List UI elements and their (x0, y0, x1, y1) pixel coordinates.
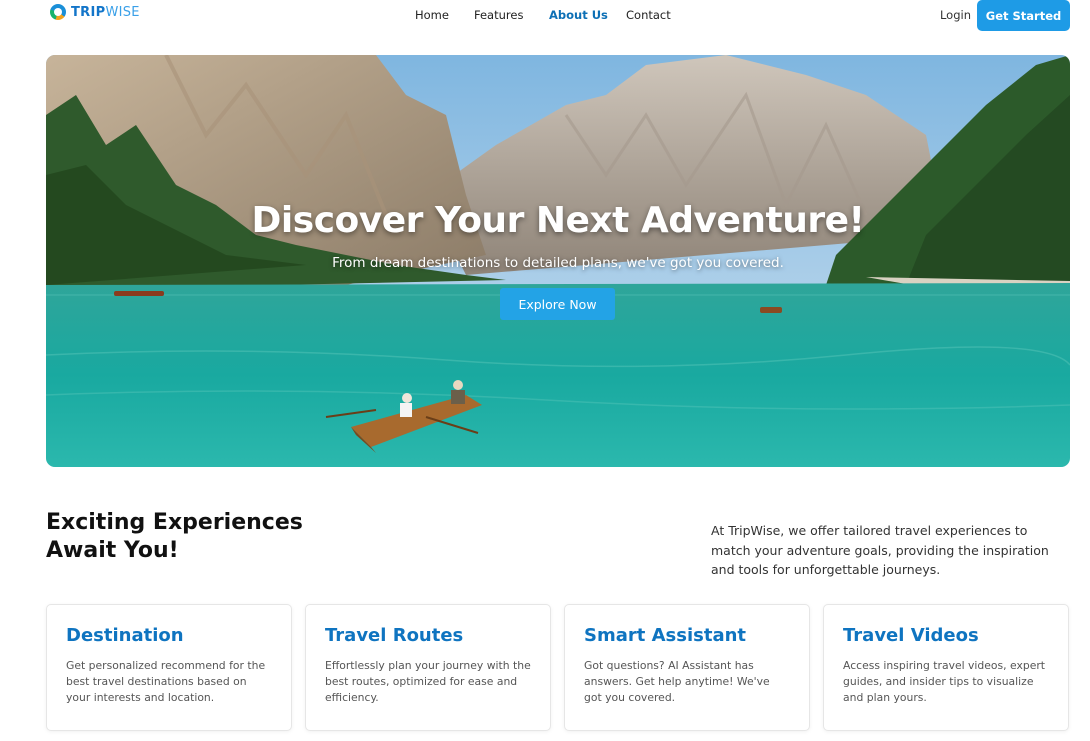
hero-banner: Discover Your Next Adventure! From dream… (46, 55, 1070, 467)
card-text: Got questions? AI Assistant has answers.… (584, 659, 770, 704)
experiences-heading: Exciting Experiences Await You! (46, 509, 346, 565)
get-started-button[interactable]: Get Started (977, 0, 1070, 31)
card-text: Access inspiring travel videos, expert g… (843, 659, 1046, 704)
nav-links: Home Features About Us Contact (0, 8, 1090, 24)
card-travel-videos[interactable]: Travel Videos Access inspiring travel vi… (823, 604, 1069, 731)
card-destination[interactable]: Destination Get personalized recommend f… (46, 604, 292, 731)
explore-now-button[interactable]: Explore Now (500, 288, 615, 320)
login-link[interactable]: Login (940, 8, 971, 22)
card-smart-assistant[interactable]: Smart Assistant Got questions? AI Assist… (564, 604, 810, 731)
nav-link-features[interactable]: Features (474, 8, 523, 22)
hero-subtitle: From dream destinations to detailed plan… (332, 255, 784, 271)
card-title: Smart Assistant (584, 625, 747, 646)
experiences-heading-line1: Exciting Experiences (46, 510, 303, 535)
card-title: Travel Routes (325, 625, 464, 646)
card-travel-routes[interactable]: Travel Routes Effortlessly plan your jou… (305, 604, 551, 731)
top-navigation: TRIPWISE Home Features About Us Contact … (0, 0, 1090, 34)
hero-title: Discover Your Next Adventure! (251, 200, 865, 241)
experiences-description: At TripWise, we offer tailored travel ex… (711, 523, 1049, 577)
nav-link-about-us[interactable]: About Us (549, 8, 608, 22)
feature-cards: Destination Get personalized recommend f… (46, 604, 1070, 732)
card-text: Get personalized recommend for the best … (66, 659, 266, 704)
card-title: Travel Videos (843, 625, 979, 646)
card-text: Effortlessly plan your journey with the … (325, 659, 531, 704)
nav-link-contact[interactable]: Contact (626, 8, 671, 22)
experiences-heading-line2: Await You! (46, 538, 179, 563)
card-title: Destination (66, 625, 184, 646)
nav-link-home[interactable]: Home (415, 8, 449, 22)
